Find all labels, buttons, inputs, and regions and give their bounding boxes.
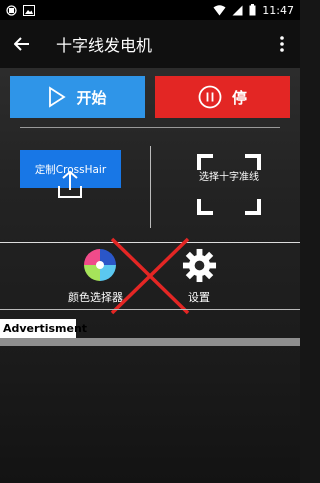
back-arrow-icon xyxy=(14,37,29,51)
ad-banner-strip xyxy=(0,338,76,346)
stop-button-label: 停 xyxy=(231,88,247,107)
battery-icon xyxy=(249,4,256,16)
vertical-divider xyxy=(150,146,151,228)
main-content: 开始 停 定制CrossHair 选择十字准线 颜色选择器 设置 Adverti… xyxy=(0,68,300,483)
status-right: 11:47 xyxy=(213,4,294,17)
overflow-menu-button[interactable] xyxy=(270,20,294,68)
divider xyxy=(0,309,300,310)
action-buttons: 开始 停 xyxy=(10,76,290,118)
start-button-label: 开始 xyxy=(76,88,107,107)
upload-share-icon[interactable] xyxy=(53,170,87,200)
more-vert-icon xyxy=(280,36,284,52)
play-icon xyxy=(49,86,67,108)
cross-mark-icon xyxy=(110,237,190,315)
divider xyxy=(20,127,280,128)
image-notification-icon xyxy=(23,4,35,16)
status-left-icons xyxy=(6,4,35,16)
start-button[interactable]: 开始 xyxy=(10,76,145,118)
ad-banner-strip[interactable] xyxy=(76,338,300,346)
page-title: 十字线发电机 xyxy=(56,36,153,55)
pause-icon xyxy=(198,85,222,109)
app-bar: 十字线发电机 xyxy=(0,20,300,68)
signal-icon xyxy=(232,5,243,15)
notification-icon xyxy=(6,4,17,16)
status-bar: 11:47 xyxy=(0,0,300,20)
select-crosshair-label[interactable]: 选择十字准线 xyxy=(199,171,259,184)
wifi-icon xyxy=(213,4,226,15)
back-button[interactable] xyxy=(0,20,44,68)
crosshair-frame-icon[interactable] xyxy=(196,153,262,216)
ad-label: Advertisment xyxy=(0,319,87,338)
stop-button[interactable]: 停 xyxy=(155,76,290,118)
status-time: 11:47 xyxy=(262,3,294,17)
